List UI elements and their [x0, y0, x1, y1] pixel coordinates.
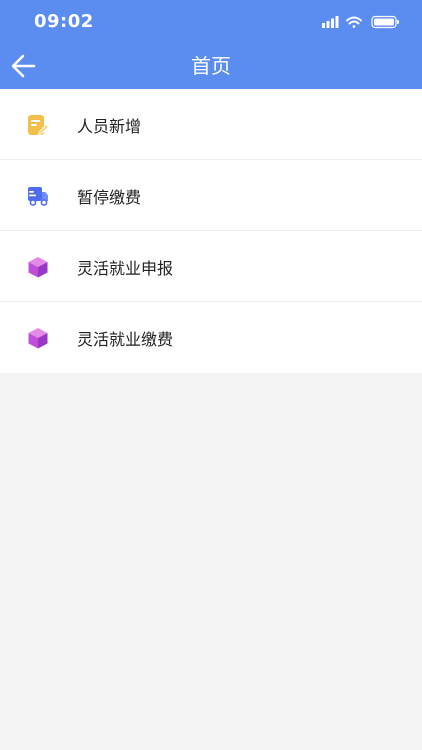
status-time: 09:02 — [34, 11, 94, 32]
edit-note-icon — [26, 113, 50, 137]
app-header: 09:02 首页 — [0, 0, 422, 89]
battery-icon — [371, 15, 399, 29]
menu-item-label: 人员新增 — [77, 117, 142, 136]
status-icons — [322, 13, 402, 33]
menu-item-label: 灵活就业缴费 — [77, 330, 174, 349]
menu-item-flexible-employment-declare[interactable]: 灵活就业申报 — [0, 231, 422, 302]
menu-item-label: 暂停缴费 — [77, 188, 142, 207]
cube-icon — [26, 255, 50, 279]
truck-icon — [26, 184, 50, 208]
wifi-icon — [346, 16, 362, 28]
menu-item-suspend-payment[interactable]: 暂停缴费 — [0, 160, 422, 231]
menu-item-label: 灵活就业申报 — [77, 259, 174, 278]
menu-item-flexible-employment-payment[interactable]: 灵活就业缴费 — [0, 302, 422, 373]
cube-icon — [26, 326, 50, 350]
menu-list: 人员新增 暂停缴费 灵活就业申报 灵活就业缴费 — [0, 89, 422, 373]
signal-icon — [322, 16, 339, 28]
menu-item-add-person[interactable]: 人员新增 — [0, 89, 422, 160]
nav-bar: 首页 — [0, 44, 422, 89]
page-title: 首页 — [191, 54, 231, 78]
status-bar: 09:02 — [0, 0, 422, 44]
